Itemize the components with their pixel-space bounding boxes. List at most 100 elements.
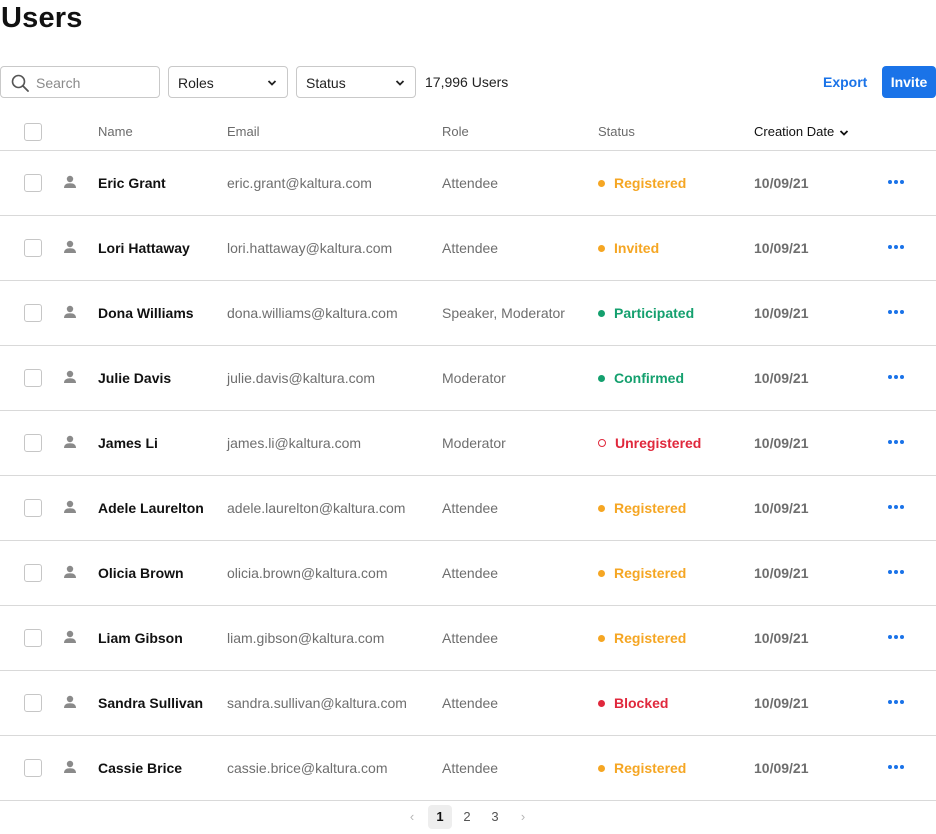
user-count: 17,996 Users	[425, 74, 509, 90]
creation-date: 10/09/21	[754, 240, 809, 256]
row-checkbox[interactable]	[24, 434, 42, 452]
pagination-page-2[interactable]: 2	[456, 805, 478, 829]
row-checkbox[interactable]	[24, 174, 42, 192]
search-box[interactable]	[0, 66, 160, 98]
status-dropdown[interactable]: Status	[296, 66, 416, 98]
status-badge: Unregistered	[598, 435, 701, 451]
search-input[interactable]	[36, 73, 154, 93]
status-label: Confirmed	[614, 370, 684, 386]
status-label: Registered	[614, 630, 687, 646]
status-dot-icon	[598, 765, 605, 772]
pagination-prev-button[interactable]: ‹	[402, 805, 422, 829]
row-checkbox[interactable]	[24, 629, 42, 647]
export-button[interactable]: Export	[823, 74, 867, 90]
more-horizontal-icon[interactable]	[887, 634, 905, 640]
person-icon	[64, 760, 76, 773]
table-row[interactable]: James Li james.li@kaltura.com Moderator Unr…	[0, 411, 936, 476]
status-badge: Confirmed	[598, 370, 684, 386]
table-row[interactable]: Adele Laurelton adele.laurelton@kaltura.c…	[0, 476, 936, 541]
status-badge: Participated	[598, 305, 694, 321]
row-checkbox[interactable]	[24, 239, 42, 257]
creation-date: 10/09/21	[754, 175, 809, 191]
pagination-next-button[interactable]: ›	[513, 805, 533, 829]
user-email: james.li@kaltura.com	[227, 435, 362, 451]
user-name[interactable]: Sandra Sullivan	[98, 695, 203, 711]
user-role: Attendee	[442, 240, 499, 256]
more-horizontal-icon[interactable]	[887, 374, 905, 380]
user-name[interactable]: Lori Hattaway	[98, 240, 190, 256]
invite-button[interactable]: Invite	[882, 66, 936, 98]
user-email: dona.williams@kaltura.com	[227, 305, 398, 321]
user-role: Attendee	[442, 760, 499, 776]
row-checkbox[interactable]	[24, 304, 42, 322]
user-name[interactable]: Julie Davis	[98, 370, 171, 386]
user-name[interactable]: Dona Williams	[98, 305, 194, 321]
toolbar: Roles Status 17,996 Users Export Invite	[0, 66, 936, 99]
row-checkbox[interactable]	[24, 499, 42, 517]
status-badge: Registered	[598, 630, 686, 646]
person-icon	[64, 435, 76, 448]
user-name[interactable]: Olicia Brown	[98, 565, 184, 581]
person-icon	[64, 565, 76, 578]
row-checkbox[interactable]	[24, 759, 42, 777]
more-horizontal-icon[interactable]	[887, 309, 905, 315]
status-dot-icon	[598, 375, 605, 382]
column-header-creation-date[interactable]: Creation Date	[754, 124, 849, 139]
status-badge: Blocked	[598, 695, 668, 711]
table-row[interactable]: Julie Davis julie.davis@kaltura.com Modera…	[0, 346, 936, 411]
row-checkbox[interactable]	[24, 564, 42, 582]
user-name[interactable]: James Li	[98, 435, 158, 451]
user-role: Attendee	[442, 695, 499, 711]
status-dot-icon	[598, 505, 605, 512]
more-horizontal-icon[interactable]	[887, 764, 905, 770]
users-table-body: Eric Grant eric.grant@kaltura.com Attendee…	[0, 151, 936, 801]
more-horizontal-icon[interactable]	[887, 569, 905, 575]
select-all-checkbox[interactable]	[24, 123, 42, 141]
roles-dropdown[interactable]: Roles	[168, 66, 288, 98]
status-dot-icon	[598, 180, 605, 187]
more-horizontal-icon[interactable]	[887, 504, 905, 510]
status-badge: Registered	[598, 760, 686, 776]
person-icon	[64, 695, 76, 708]
table-row[interactable]: Liam Gibson liam.gibson@kaltura.com Attend…	[0, 606, 936, 671]
more-horizontal-icon[interactable]	[887, 244, 905, 250]
user-email: cassie.brice@kaltura.com	[227, 760, 388, 776]
column-header-role[interactable]: Role	[442, 124, 469, 139]
user-name[interactable]: Eric Grant	[98, 175, 166, 191]
table-header: Name Email Role Status Creation Date	[0, 114, 936, 151]
more-horizontal-icon[interactable]	[887, 179, 905, 185]
table-row[interactable]: Cassie Brice cassie.brice@kaltura.com Atte…	[0, 736, 936, 801]
status-dot-icon	[598, 245, 605, 252]
status-badge: Registered	[598, 175, 686, 191]
table-row[interactable]: Sandra Sullivan sandra.sullivan@kaltura.c…	[0, 671, 936, 736]
status-label: Registered	[614, 175, 687, 191]
status-badge: Registered	[598, 565, 686, 581]
pagination-page-1[interactable]: 1	[428, 805, 452, 829]
user-email: lori.hattaway@kaltura.com	[227, 240, 393, 256]
user-role: Moderator	[442, 435, 506, 451]
row-checkbox[interactable]	[24, 369, 42, 387]
row-checkbox[interactable]	[24, 694, 42, 712]
table-row[interactable]: Olicia Brown olicia.brown@kaltura.com Atte…	[0, 541, 936, 606]
status-badge: Invited	[598, 240, 659, 256]
more-horizontal-icon[interactable]	[887, 699, 905, 705]
table-row[interactable]: Lori Hattaway lori.hattaway@kaltura.com At…	[0, 216, 936, 281]
table-row[interactable]: Eric Grant eric.grant@kaltura.com Attendee…	[0, 151, 936, 216]
user-name[interactable]: Liam Gibson	[98, 630, 183, 646]
column-header-email[interactable]: Email	[227, 124, 260, 139]
search-icon	[11, 74, 29, 92]
table-row[interactable]: Dona Williams dona.williams@kaltura.com Sp…	[0, 281, 936, 346]
pagination-page-3[interactable]: 3	[484, 805, 506, 829]
status-dot-icon	[598, 700, 605, 707]
user-email: olicia.brown@kaltura.com	[227, 565, 388, 581]
creation-date: 10/09/21	[754, 630, 809, 646]
user-role: Speaker, Moderator	[442, 305, 565, 321]
creation-date: 10/09/21	[754, 695, 809, 711]
more-horizontal-icon[interactable]	[887, 439, 905, 445]
status-label: Blocked	[614, 695, 669, 711]
user-name[interactable]: Adele Laurelton	[98, 500, 204, 516]
user-name[interactable]: Cassie Brice	[98, 760, 182, 776]
user-role: Moderator	[442, 370, 506, 386]
column-header-name[interactable]: Name	[98, 124, 133, 139]
column-header-status[interactable]: Status	[598, 124, 635, 139]
